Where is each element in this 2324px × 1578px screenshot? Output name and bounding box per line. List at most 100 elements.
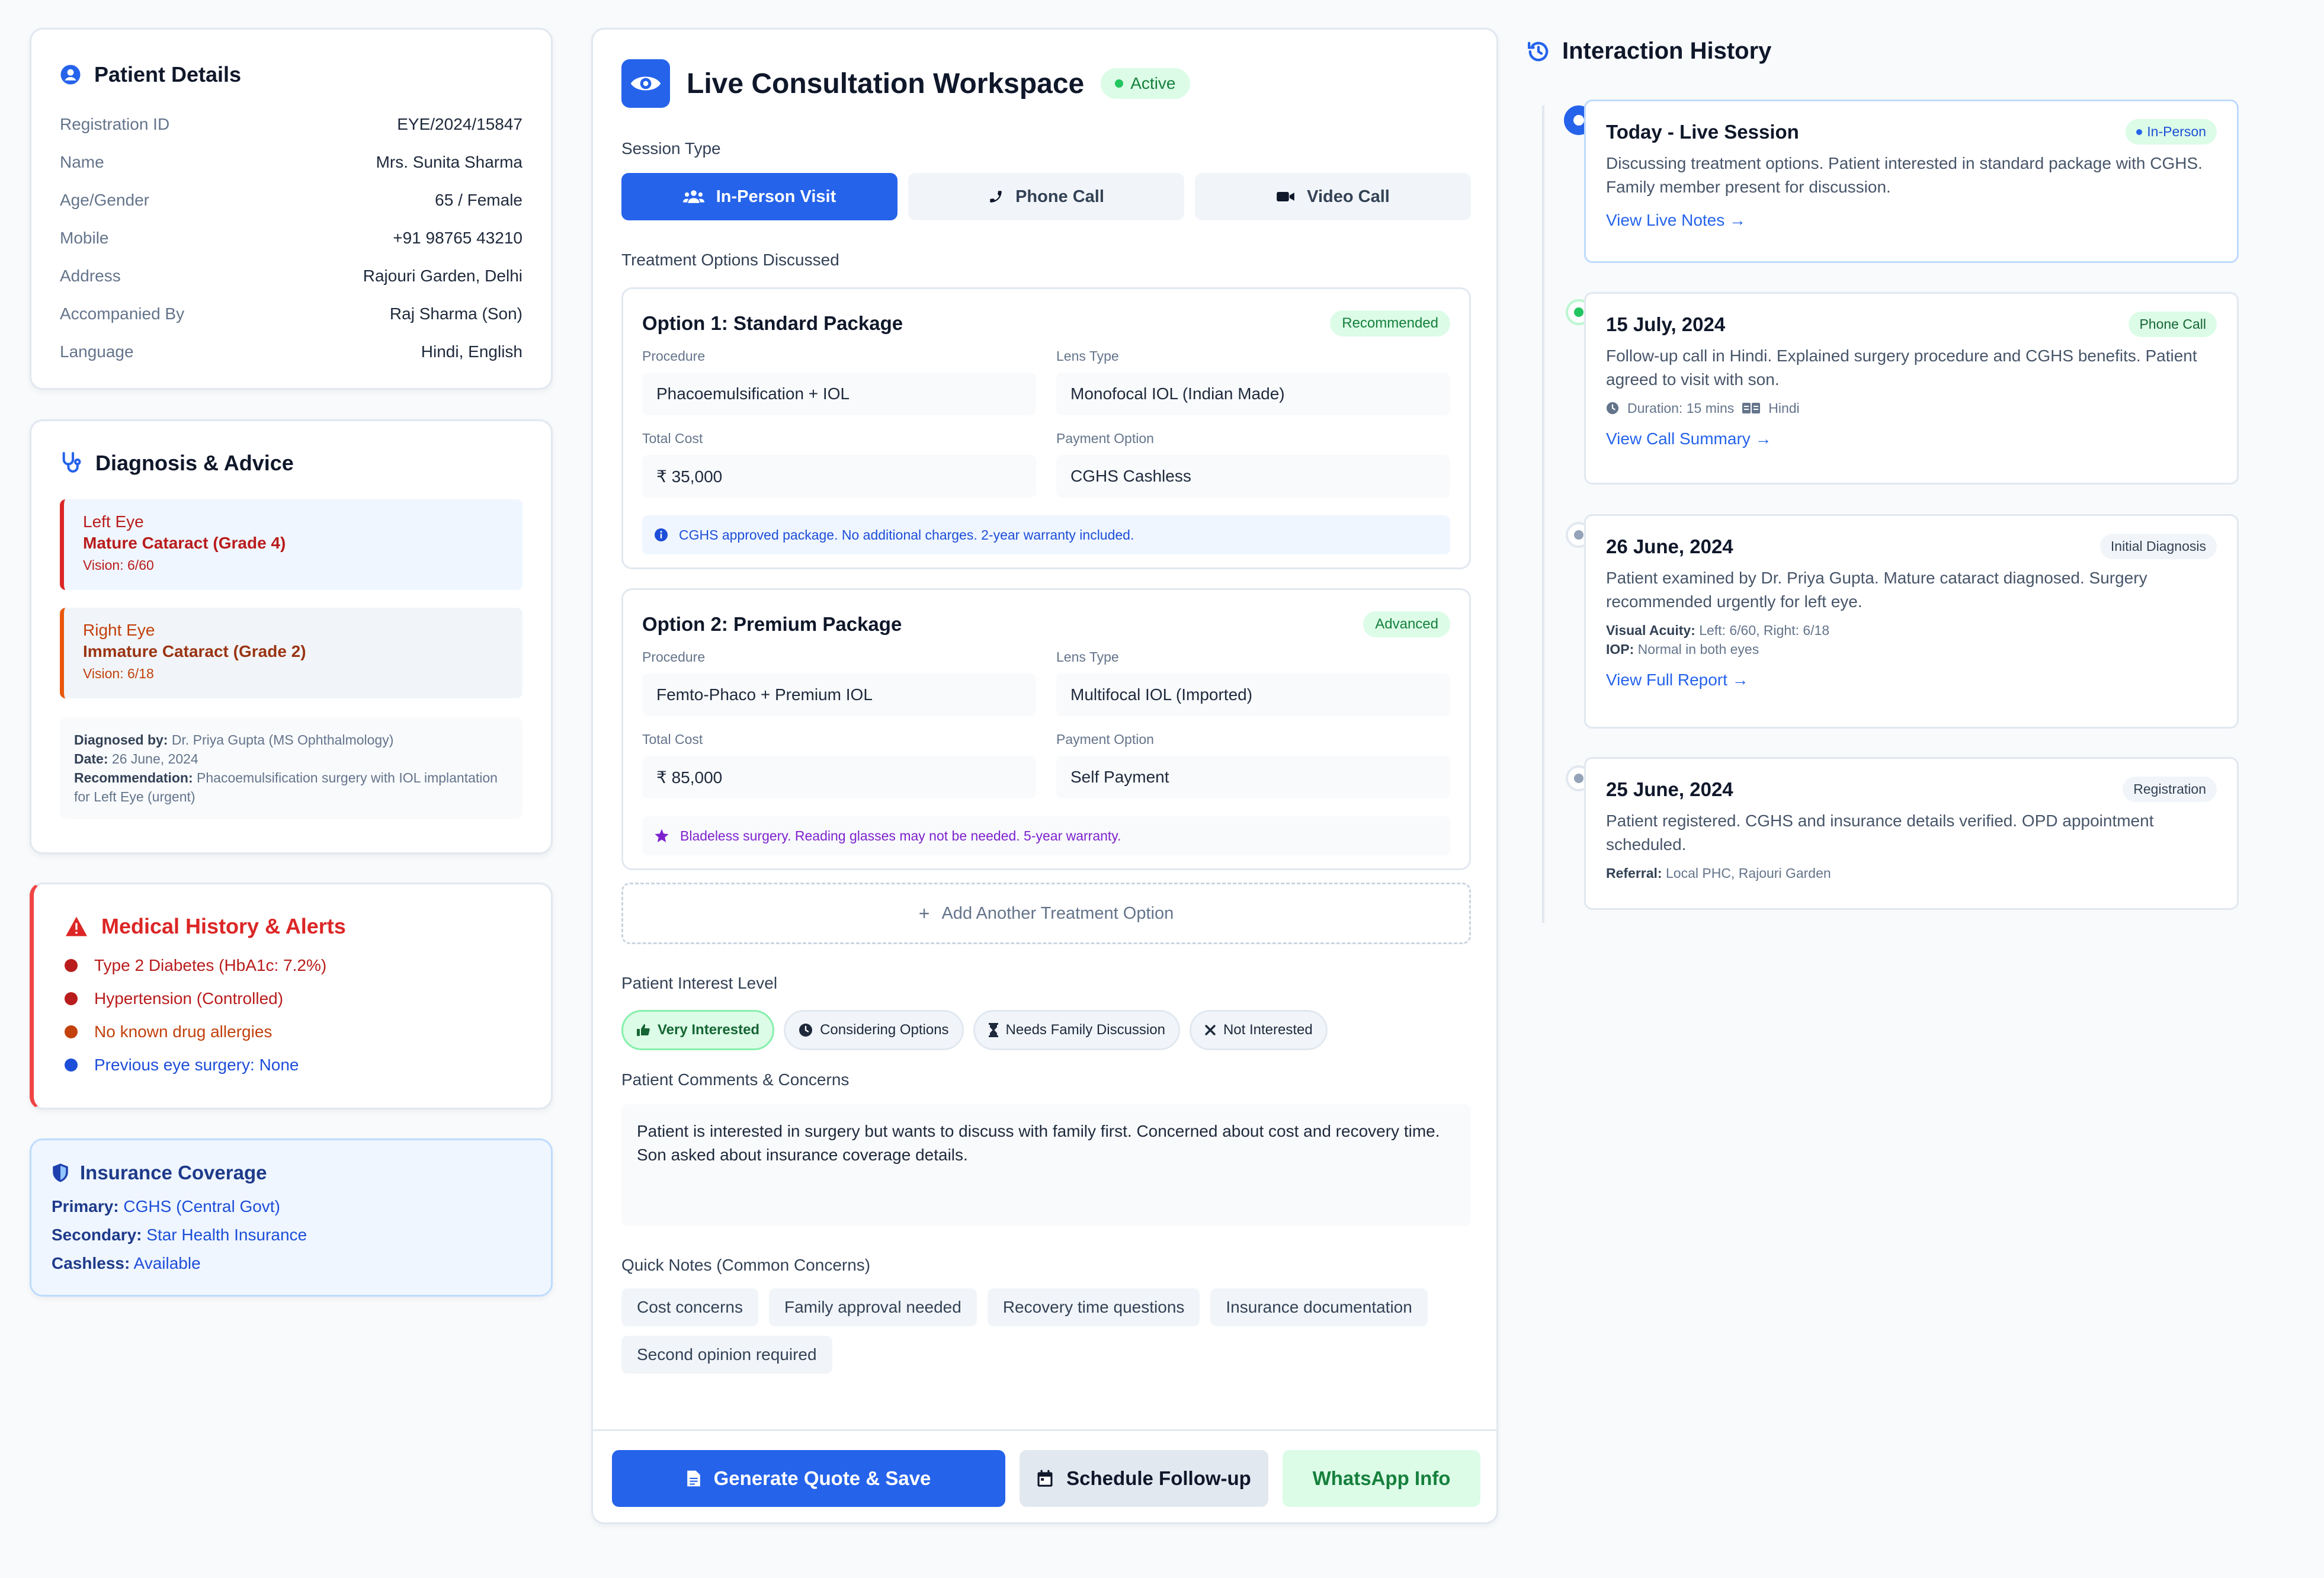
whatsapp-info-button[interactable]: WhatsApp Info <box>1283 1450 1480 1507</box>
field-accompanied-by: Accompanied By Raj Sharma (Son) <box>60 304 523 323</box>
history-title: Interaction History <box>1562 38 1772 64</box>
user-circle-icon <box>60 64 81 85</box>
field-language: Language Hindi, English <box>60 342 523 361</box>
field-label: Registration ID <box>60 115 170 133</box>
left-eye-diagnosis: Left Eye Mature Cataract (Grade 4) Visio… <box>60 499 523 590</box>
history-tag: Phone Call <box>2129 312 2217 337</box>
field-label: Accompanied By <box>60 304 185 323</box>
warning-icon <box>65 916 88 937</box>
session-in-person-label: In-Person Visit <box>716 187 836 206</box>
option-title: Option 2: Premium Package <box>642 613 902 635</box>
hourglass-icon <box>988 1023 999 1037</box>
quick-notes: Cost concerns Family approval needed Rec… <box>621 1288 1471 1374</box>
alert-dot <box>65 992 78 1005</box>
quick-note-chip[interactable]: Cost concerns <box>621 1288 758 1326</box>
cost-input[interactable]: ₹ 35,000 <box>642 455 1036 498</box>
quick-note-chip[interactable]: Family approval needed <box>768 1288 977 1326</box>
chip-label: Needs Family Discussion <box>1005 1022 1165 1038</box>
field-mobile: Mobile +91 98765 43210 <box>60 229 523 248</box>
alert-text: Hypertension (Controlled) <box>94 989 284 1008</box>
history-card-header: 25 June, 2024 Registration <box>1606 777 2217 802</box>
phone-icon <box>988 189 1004 204</box>
quick-note-chip[interactable]: Second opinion required <box>621 1336 832 1374</box>
field-label: Address <box>60 267 121 285</box>
view-full-report-link[interactable]: View Full Report → <box>1606 671 1749 689</box>
x-icon <box>1204 1024 1216 1036</box>
cost-label: Total Cost <box>642 732 703 747</box>
payment-field: Payment Option CGHS Cashless <box>1056 431 1450 513</box>
generate-quote-label: Generate Quote & Save <box>713 1467 931 1489</box>
history-date: 25 June, 2024 <box>1606 778 1733 800</box>
payment-input[interactable]: Self Payment <box>1056 756 1450 798</box>
field-value: EYE/2024/15847 <box>397 115 523 133</box>
quick-notes-label: Quick Notes (Common Concerns) <box>621 1256 871 1274</box>
insurance-primary: Primary: CGHS (Central Govt) <box>52 1192 531 1221</box>
language-icon <box>1742 403 1761 413</box>
timeline-node-dot <box>1574 530 1583 540</box>
add-treatment-option-button[interactable]: + Add Another Treatment Option <box>621 883 1471 944</box>
treatment-option-card: Option 1: Standard Package Recommended P… <box>621 287 1471 569</box>
history-text: Discussing treatment options. Patient in… <box>1606 154 2203 196</box>
lens-input[interactable]: Monofocal IOL (Indian Made) <box>1056 373 1450 415</box>
thumbs-up-icon <box>636 1023 650 1037</box>
right-eye-condition: Immature Cataract (Grade 2) <box>83 642 306 660</box>
interest-needs-family-discussion[interactable]: Needs Family Discussion <box>973 1010 1180 1050</box>
cost-input[interactable]: ₹ 85,000 <box>642 756 1036 798</box>
view-live-notes-link[interactable]: View Live Notes → <box>1606 211 1746 230</box>
primary-label: Primary: <box>52 1197 119 1215</box>
lens-label: Lens Type <box>1056 348 1119 364</box>
patient-fields: Registration ID EYE/2024/15847 Name Mrs. S… <box>60 115 523 361</box>
shield-icon <box>52 1163 69 1183</box>
clock-icon <box>799 1023 813 1037</box>
comments-textarea[interactable]: Patient is interested in surgery but wan… <box>621 1104 1471 1226</box>
lens-label: Lens Type <box>1056 649 1119 665</box>
treatment-option-card: Option 2: Premium Package Advanced Proce… <box>621 588 1471 870</box>
primary-value: CGHS (Central Govt) <box>123 1197 280 1215</box>
history-date: Today - Live Session <box>1606 120 1799 143</box>
alert-dot <box>65 1025 78 1038</box>
field-value: 65 / Female <box>435 191 523 209</box>
acuity-value: Left: 6/60, Right: 6/18 <box>1699 623 1830 638</box>
option-badge: Recommended <box>1330 310 1450 336</box>
interest-very-interested[interactable]: Very Interested <box>621 1010 775 1050</box>
view-call-summary-link[interactable]: View Call Summary → <box>1606 429 1772 448</box>
session-type-selector: In-Person Visit Phone Call Video Call <box>621 173 1471 220</box>
history-card: 25 June, 2024 Registration Patient regis… <box>1584 757 2239 910</box>
session-video-button[interactable]: Video Call <box>1195 173 1471 220</box>
history-tag: Registration <box>2123 777 2217 802</box>
generate-quote-button[interactable]: Generate Quote & Save <box>612 1450 1005 1507</box>
alert-item: Type 2 Diabetes (HbA1c: 7.2%) <box>65 955 523 976</box>
procedure-input[interactable]: Phacoemulsification + IOL <box>642 373 1036 415</box>
interest-not-interested[interactable]: Not Interested <box>1189 1010 1328 1050</box>
diagnosis-date-value: 26 June, 2024 <box>111 751 198 766</box>
alert-item: Previous eye surgery: None <box>65 1055 523 1075</box>
quick-note-chip[interactable]: Insurance documentation <box>1210 1288 1428 1326</box>
insurance-title: Insurance Coverage <box>80 1162 267 1184</box>
referral-label: Referral: <box>1606 865 1662 881</box>
procedure-input[interactable]: Femto-Phaco + Premium IOL <box>642 673 1036 716</box>
schedule-follow-up-button[interactable]: Schedule Follow-up <box>1020 1450 1268 1507</box>
document-icon <box>687 1470 701 1487</box>
option-note: Bladeless surgery. Reading glasses may n… <box>642 816 1450 855</box>
left-eye-condition: Mature Cataract (Grade 4) <box>83 534 286 552</box>
history-card-header: Today - Live Session In-Person <box>1606 119 2217 145</box>
clock-icon <box>1606 402 1619 415</box>
left-eye-label: Left Eye <box>83 512 144 531</box>
procedure-label: Procedure <box>642 649 706 665</box>
medical-alerts-card: Medical History & Alerts Type 2 Diabetes… <box>30 883 553 1109</box>
field-address: Address Rajouri Garden, Delhi <box>60 267 523 286</box>
session-in-person-button[interactable]: In-Person Visit <box>621 173 897 220</box>
diagnosed-by-value: Dr. Priya Gupta (MS Ophthalmology) <box>171 732 394 748</box>
interest-considering-options[interactable]: Considering Options <box>784 1010 964 1050</box>
field-registration-id: Registration ID EYE/2024/15847 <box>60 115 523 134</box>
quick-note-chip[interactable]: Recovery time questions <box>987 1288 1200 1326</box>
history-meta: Visual Acuity: Left: 6/60, Right: 6/18 I… <box>1606 621 2217 659</box>
session-phone-button[interactable]: Phone Call <box>908 173 1184 220</box>
payment-input[interactable]: CGHS Cashless <box>1056 455 1450 498</box>
footer-divider <box>593 1429 1496 1431</box>
lens-input[interactable]: Multifocal IOL (Imported) <box>1056 673 1450 716</box>
chip-label: Considering Options <box>820 1022 949 1038</box>
payment-label: Payment Option <box>1056 431 1154 446</box>
option-header: Option 1: Standard Package Recommended <box>642 310 1450 336</box>
field-label: Age/Gender <box>60 191 149 209</box>
